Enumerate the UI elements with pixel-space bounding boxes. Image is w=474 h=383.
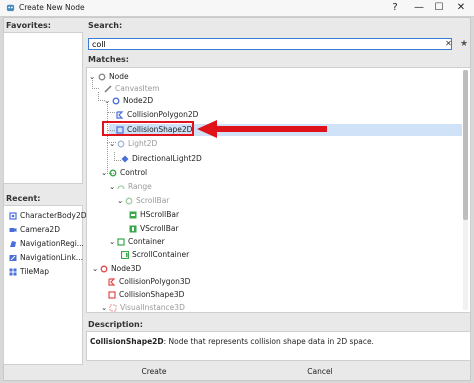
tree-row-scrollbar[interactable]: ⌄ ScrollBar bbox=[87, 195, 457, 207]
node-2d-icon bbox=[112, 97, 120, 105]
collapse-arrow-icon[interactable]: ⌄ bbox=[104, 95, 110, 107]
collapse-arrow-icon[interactable]: ⌄ bbox=[101, 302, 107, 312]
collapse-arrow-icon[interactable]: ⌄ bbox=[117, 195, 123, 207]
tree-row-label: CanvasItem bbox=[115, 84, 160, 93]
tree-row-label: HScrollBar bbox=[140, 210, 180, 219]
tree-row-label: Range bbox=[128, 182, 152, 191]
character-body-2d-icon bbox=[9, 212, 17, 220]
search-label: Search: bbox=[88, 21, 123, 30]
node-icon bbox=[98, 73, 106, 81]
tree-row-label: Node3D bbox=[111, 264, 142, 273]
matches-label: Matches: bbox=[88, 55, 130, 64]
maximize-button[interactable]: ☐ bbox=[428, 1, 450, 15]
collapse-arrow-icon[interactable]: ⌄ bbox=[109, 138, 115, 150]
tree-row-label: Light2D bbox=[128, 139, 158, 148]
tree-row-control[interactable]: ⌄ Control bbox=[87, 167, 457, 179]
navigation-link-icon bbox=[9, 255, 17, 261]
description-label: Description: bbox=[88, 320, 143, 329]
scrollbar-icon bbox=[125, 197, 133, 205]
tree-row-visualinstance3d[interactable]: ⌄ VisualInstance3D bbox=[87, 302, 457, 312]
search-input[interactable] bbox=[88, 38, 452, 50]
navigation-region-icon bbox=[10, 241, 16, 247]
tree-row-label: Node bbox=[109, 72, 129, 81]
tree-row-label: Container bbox=[128, 237, 165, 246]
tree-row-hscrollbar[interactable]: HScrollBar bbox=[87, 209, 457, 221]
tree-row-label: ScrollContainer bbox=[132, 250, 190, 259]
camera-2d-icon bbox=[9, 228, 17, 232]
description-panel: CollisionShape2D: Node that represents c… bbox=[86, 331, 471, 361]
tree-row-collisionpolygon3d[interactable]: CollisionPolygon3D bbox=[87, 276, 457, 288]
tree-row-label: VisualInstance3D bbox=[120, 303, 185, 312]
tree-row-node3d[interactable]: ⌄ Node3D bbox=[87, 263, 457, 275]
tree-row-range[interactable]: ⌄ Range bbox=[87, 181, 457, 193]
tree-row-collisionshape3d[interactable]: CollisionShape3D bbox=[87, 289, 457, 301]
cancel-button[interactable]: Cancel bbox=[296, 366, 344, 378]
annotation-arrow-icon bbox=[197, 120, 327, 138]
vscrollbar-icon bbox=[129, 225, 137, 233]
tree-row-label: DirectionalLight2D bbox=[132, 154, 202, 163]
window-title: Create New Node bbox=[19, 3, 85, 12]
light-2d-icon bbox=[117, 140, 125, 148]
matches-tree[interactable]: ⌄ Node CanvasItem ⌄ Node2D CollisionPoly… bbox=[86, 67, 471, 313]
description-text: CollisionShape2D: Node that represents c… bbox=[90, 337, 374, 346]
description-body: : Node that represents collision shape d… bbox=[163, 337, 374, 346]
tree-row-label: CollisionPolygon3D bbox=[119, 277, 191, 286]
tree-row-light2d[interactable]: ⌄ Light2D bbox=[87, 138, 457, 150]
tree-row-container[interactable]: ⌄ Container bbox=[87, 236, 457, 248]
hscrollbar-icon bbox=[129, 211, 137, 219]
recent-item-label: NavigationLink... bbox=[20, 253, 83, 262]
collision-polygon-2d-icon bbox=[116, 111, 124, 119]
node-3d-icon bbox=[100, 265, 108, 273]
recent-item-label: NavigationRegi... bbox=[20, 239, 84, 248]
annotation-highlight-box bbox=[102, 121, 194, 136]
recent-item-label: CharacterBody2D bbox=[20, 211, 87, 220]
container-icon bbox=[117, 238, 125, 246]
favorites-label: Favorites: bbox=[6, 21, 52, 30]
range-icon bbox=[117, 185, 125, 190]
tree-row-label: ScrollBar bbox=[136, 196, 170, 205]
collapse-arrow-icon[interactable]: ⌄ bbox=[89, 71, 95, 83]
tree-row-label: CollisionShape3D bbox=[119, 290, 185, 299]
canvas-item-icon bbox=[104, 85, 112, 93]
close-button[interactable]: ✕ bbox=[450, 1, 472, 15]
collapse-arrow-icon[interactable]: ⌄ bbox=[101, 167, 107, 179]
tree-row-directionallight2d[interactable]: DirectionalLight2D bbox=[87, 153, 457, 165]
scroll-container-icon bbox=[121, 251, 129, 259]
tree-row-node[interactable]: ⌄ Node bbox=[87, 71, 457, 83]
help-button[interactable]: ? bbox=[384, 1, 406, 15]
recent-item-label: TileMap bbox=[20, 267, 49, 276]
collision-shape-3d-icon bbox=[108, 291, 116, 299]
directional-light-2d-icon bbox=[121, 155, 129, 163]
collapse-arrow-icon[interactable]: ⌄ bbox=[92, 263, 98, 275]
tree-row-scrollcontainer[interactable]: ScrollContainer bbox=[87, 249, 457, 261]
tree-row-label: Node2D bbox=[123, 96, 154, 105]
tree-row-node2d[interactable]: ⌄ Node2D bbox=[87, 95, 457, 107]
tree-row-label: CollisionPolygon2D bbox=[127, 110, 199, 119]
control-icon bbox=[109, 169, 117, 177]
tree-row-vscrollbar[interactable]: VScrollBar bbox=[87, 223, 457, 235]
clear-search-icon[interactable]: ✕ bbox=[444, 38, 453, 50]
recent-list[interactable]: CharacterBody2D Camera2D NavigationRegi.… bbox=[3, 205, 87, 365]
recent-item-label: Camera2D bbox=[20, 225, 60, 234]
matches-scrollbar[interactable] bbox=[463, 70, 468, 310]
godot-app-icon bbox=[6, 4, 15, 12]
scrollbar-thumb[interactable] bbox=[463, 70, 468, 220]
favorites-list[interactable] bbox=[3, 32, 83, 184]
tree-row-label: VScrollBar bbox=[140, 224, 179, 233]
favorite-star-icon[interactable]: ★ bbox=[459, 38, 469, 50]
collision-polygon-3d-icon bbox=[108, 278, 116, 286]
visual-instance-3d-icon bbox=[109, 304, 117, 312]
tree-row-label: Control bbox=[120, 168, 148, 177]
collapse-arrow-icon[interactable]: ⌄ bbox=[109, 236, 115, 248]
window-titlebar: Create New Node ? — ☐ ✕ bbox=[0, 0, 474, 17]
collapse-arrow-icon[interactable]: ⌄ bbox=[109, 181, 115, 193]
create-button[interactable]: Create bbox=[130, 366, 178, 378]
description-node-name: CollisionShape2D bbox=[90, 337, 164, 346]
minimize-button[interactable]: — bbox=[408, 1, 430, 15]
recent-label: Recent: bbox=[6, 194, 41, 203]
tree-row-canvasitem[interactable]: CanvasItem bbox=[87, 83, 457, 95]
tilemap-icon bbox=[9, 268, 17, 276]
